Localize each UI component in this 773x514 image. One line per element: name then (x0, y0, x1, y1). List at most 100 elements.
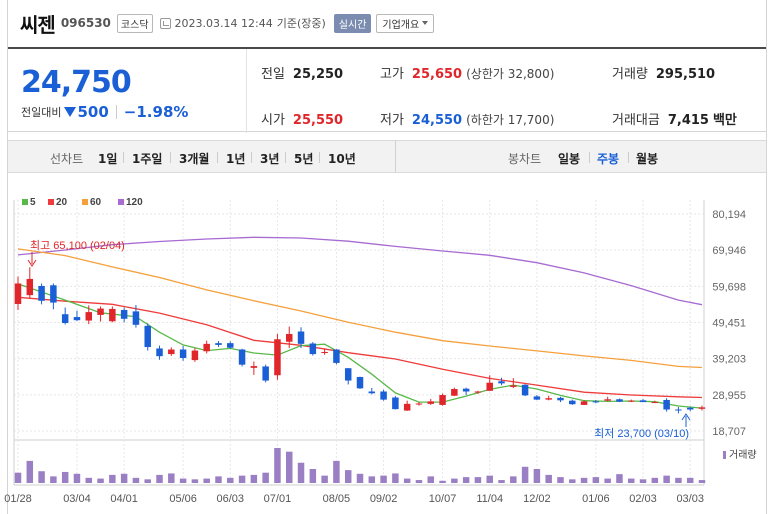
volume-bar (61, 471, 69, 483)
volume-bar (557, 477, 564, 483)
period-10y[interactable]: 10년 (328, 150, 356, 167)
candle-body (698, 407, 706, 409)
volume-bar (262, 472, 269, 483)
quote-basis: 기준(장중) (276, 17, 326, 30)
period-1w[interactable]: 1주일 (132, 150, 162, 167)
volume-bar (38, 471, 45, 483)
candle-body (120, 309, 128, 319)
candle-body (309, 343, 317, 355)
volume-bar (451, 478, 458, 483)
candle-body (168, 349, 175, 355)
volume-bar (545, 474, 552, 483)
volume-bar (510, 476, 517, 483)
candle-body (191, 350, 199, 361)
volume-bar (439, 480, 446, 483)
stock-chart[interactable]: 80,194 69,946 59,698 49,451 39,203 28,955 18,7… (0, 190, 773, 514)
volume-bar (698, 480, 706, 483)
y-tick-label: 59,698 (712, 281, 746, 293)
volume-value: 295,510 (655, 67, 716, 82)
open-value: 25,550 (292, 113, 344, 128)
candle-daily[interactable]: 일봉 (558, 150, 580, 167)
amount-value: 7,415 (667, 113, 709, 128)
period-5y[interactable]: 5년 (294, 150, 313, 167)
volume-bar (227, 477, 234, 483)
candle-body (451, 389, 458, 396)
candle-body (50, 285, 57, 303)
y-tick-label: 49,451 (712, 317, 746, 329)
stock-name[interactable]: 씨젠 (20, 9, 56, 38)
candle-monthly[interactable]: 월봉 (636, 150, 658, 167)
candle-body (262, 366, 269, 381)
price-divider (246, 49, 247, 133)
volume-bar (521, 466, 529, 483)
volume-bar (533, 469, 541, 483)
candle-body (486, 382, 493, 391)
volume-bar (309, 469, 317, 483)
candle-body (14, 283, 22, 304)
caret-down-icon (422, 21, 429, 25)
candle-body (474, 391, 482, 393)
volume-bar (179, 478, 187, 483)
company-info-button[interactable]: 기업개요 (376, 13, 435, 33)
candle-body (663, 399, 670, 410)
legend-swatch (48, 199, 54, 205)
candle-weekly[interactable]: 주봉 (597, 150, 619, 167)
chart-toolbar: 선차트 1일 1주일 3개월 1년 3년 5년 10년 봉차트 일봉 주봉 월봉 (8, 140, 766, 173)
volume-bar (156, 474, 163, 483)
y-tick-label: 18,707 (712, 426, 746, 438)
candle-body (368, 391, 376, 394)
toolbar-divider (285, 152, 286, 163)
amount-cell: 거래대금 7,415 백만 (612, 109, 737, 128)
candle-body (380, 391, 387, 400)
x-tick-label: 01/28 (4, 493, 32, 505)
calendar-icon (159, 17, 171, 29)
candle-body (392, 397, 399, 410)
x-tick-label: 06/03 (217, 493, 245, 505)
candle-body (215, 343, 222, 345)
x-tick-label: 05/06 (169, 493, 197, 505)
period-3m[interactable]: 3개월 (179, 150, 209, 167)
volume-bar (321, 475, 328, 483)
candle-body (132, 311, 140, 325)
y-tick-label: 39,203 (712, 354, 746, 366)
candle-body (109, 308, 116, 322)
volume-bar (356, 473, 364, 483)
period-1y[interactable]: 1년 (226, 150, 245, 167)
prev-close-value: 25,250 (292, 67, 344, 82)
candle-body (686, 407, 694, 410)
period-1d[interactable]: 1일 (98, 150, 117, 167)
amount-label: 거래대금 (612, 113, 660, 128)
volume-bar (14, 472, 22, 483)
volume-label: 거래량 (612, 67, 648, 82)
ma5-line (17, 283, 703, 409)
volume-bar (120, 473, 128, 483)
candle-body (533, 396, 541, 400)
volume-bar (333, 460, 340, 483)
x-tick-label: 03/03 (676, 493, 704, 505)
x-tick-label: 09/02 (370, 493, 398, 505)
toolbar-divider (319, 152, 320, 163)
low-cell: 저가 24,550 (하한가 17,700) (380, 109, 554, 128)
high-label: 고가 (380, 67, 404, 82)
low-value: 24,550 (411, 113, 463, 128)
annotation-high: 최고 65,100 (02/04) (30, 239, 125, 252)
volume-bar (297, 462, 305, 483)
candle-body (156, 348, 163, 357)
volume-cell: 거래량 295,510 (612, 63, 715, 82)
volume-bar (168, 473, 175, 483)
change-row: 전일대비 500 −1.98% (21, 103, 188, 121)
volume-bar (604, 478, 611, 483)
candle-body (250, 366, 258, 368)
candle-body (26, 278, 34, 296)
volume-bar (663, 475, 670, 483)
period-3y[interactable]: 3년 (260, 150, 279, 167)
volume-label: 거래량 (729, 449, 757, 461)
toolbar-separator (395, 141, 396, 172)
candle-body (675, 409, 682, 411)
y-tick-label: 80,194 (712, 209, 746, 221)
volume-bar (415, 480, 423, 483)
realtime-button[interactable]: 실시간 (333, 13, 372, 33)
candle-body (333, 349, 340, 363)
price-summary: 24,750 전일대비 500 −1.98% 전일 25,250 고가 25,6… (8, 47, 766, 133)
candle-body (297, 331, 305, 344)
